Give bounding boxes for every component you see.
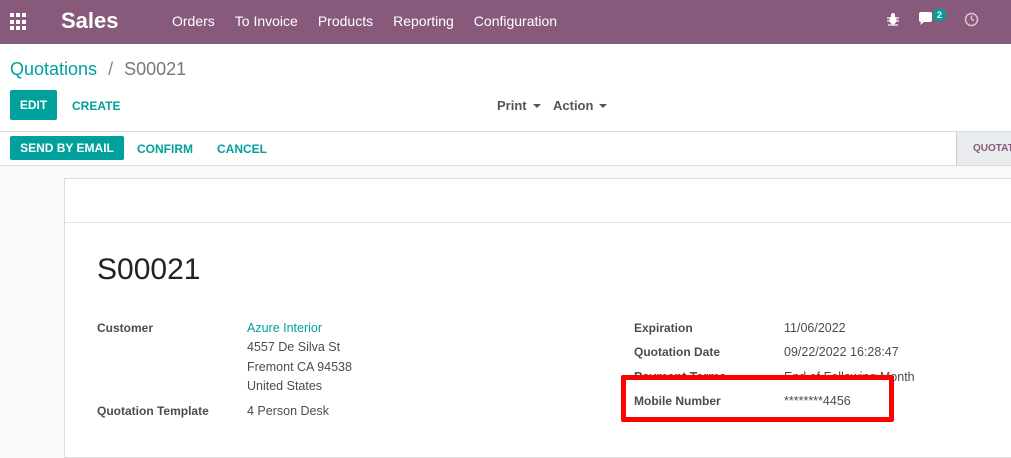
action-dropdown[interactable]: Action — [553, 98, 608, 113]
breadcrumb: Quotations / S00021 — [10, 59, 186, 80]
quotation-template-label: Quotation Template — [97, 404, 209, 418]
navbar-systray: 2 — [886, 9, 980, 28]
create-button[interactable]: CREATE — [72, 99, 120, 113]
quotation-date-value: 09/22/2022 16:28:47 — [784, 345, 899, 359]
menu-item-products[interactable]: Products — [318, 13, 373, 29]
customer-address-line3: United States — [247, 379, 323, 393]
cancel-button[interactable]: CANCEL — [217, 142, 267, 156]
print-label: Print — [497, 98, 527, 113]
chevron-down-icon — [599, 103, 608, 108]
edit-button[interactable]: EDIT — [10, 90, 57, 120]
expiration-label: Expiration — [634, 321, 693, 335]
clock-icon[interactable] — [964, 12, 980, 28]
customer-address-line2: Fremont CA 94538 — [247, 360, 352, 374]
chat-icon[interactable]: 2 — [918, 9, 947, 28]
breadcrumb-current: S00021 — [124, 59, 187, 79]
confirm-button[interactable]: CONFIRM — [137, 142, 193, 156]
menu-item-reporting[interactable]: Reporting — [393, 13, 454, 29]
breadcrumb-separator: / — [108, 59, 114, 79]
status-stage-quotation[interactable]: QUOTAT — [956, 132, 1011, 165]
control-panel: Quotations / S00021 EDIT CREATE Print Ac… — [0, 44, 1011, 132]
customer-link[interactable]: Azure Interior — [247, 321, 322, 335]
apps-grid-icon[interactable] — [10, 13, 28, 31]
chat-badge: 2 — [933, 9, 947, 21]
quotation-date-label: Quotation Date — [634, 345, 720, 359]
menu-item-configuration[interactable]: Configuration — [474, 13, 557, 29]
action-label: Action — [553, 98, 594, 113]
top-navbar: Sales Orders To Invoice Products Reporti… — [0, 0, 1011, 44]
menu-item-orders[interactable]: Orders — [172, 13, 215, 29]
app-title[interactable]: Sales — [61, 8, 119, 34]
document-title: S00021 — [97, 253, 201, 286]
main-menu: Orders To Invoice Products Reporting Con… — [172, 13, 577, 29]
sheet-button-box — [65, 179, 1011, 223]
breadcrumb-quotations[interactable]: Quotations — [10, 59, 97, 79]
form-statusbar: SEND BY EMAIL CONFIRM CANCEL QUOTAT — [0, 132, 1011, 166]
send-by-email-button[interactable]: SEND BY EMAIL — [10, 136, 124, 160]
customer-address-line1: 4557 De Silva St — [247, 340, 341, 354]
print-dropdown[interactable]: Print — [497, 98, 541, 113]
chevron-down-icon — [532, 103, 541, 108]
customer-label: Customer — [97, 321, 154, 335]
bug-icon[interactable] — [886, 12, 902, 28]
mobile-number-label: Mobile Number — [634, 394, 721, 408]
menu-item-to-invoice[interactable]: To Invoice — [235, 13, 298, 29]
expiration-value: 11/06/2022 — [784, 321, 846, 335]
quotation-template-value[interactable]: 4 Person Desk — [247, 404, 329, 418]
mobile-number-value: ********4456 — [784, 394, 851, 408]
